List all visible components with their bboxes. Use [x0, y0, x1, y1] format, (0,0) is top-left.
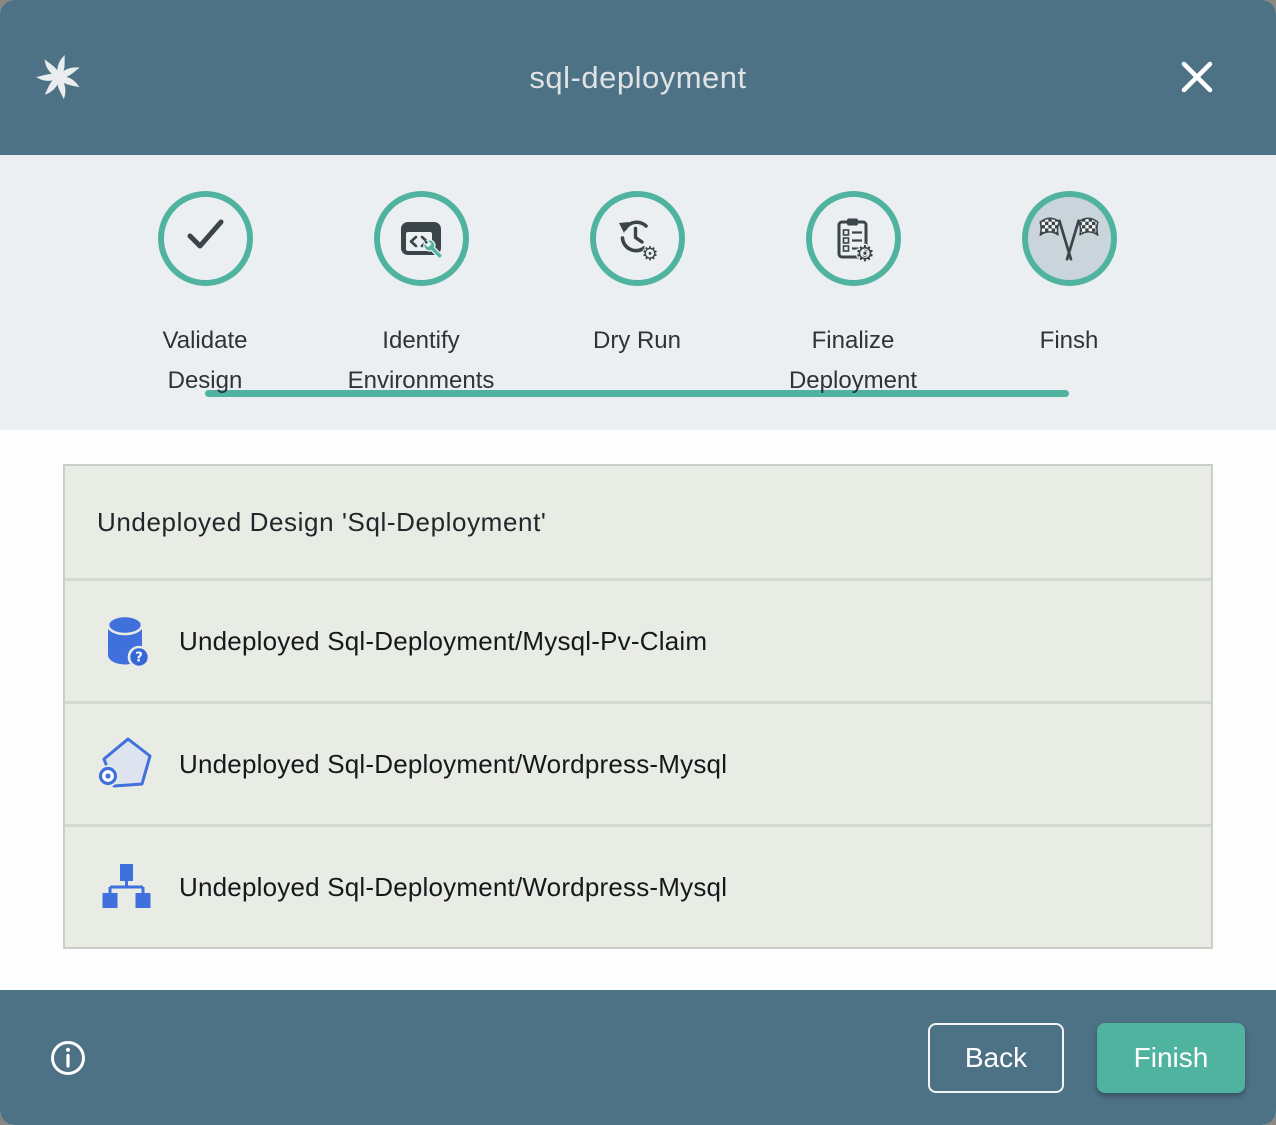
back-button[interactable]: Back — [928, 1023, 1064, 1093]
step-label: Identify Environments — [348, 321, 495, 401]
step-validate-design: Validate Design — [97, 191, 313, 401]
sql-deployment-modal: sql-deployment Validate Design — [0, 0, 1276, 1125]
log-row-design: Undeployed Design 'Sql-Deployment' — [65, 466, 1211, 578]
step-identify-environments: Identify Environments — [313, 191, 529, 401]
deployment-log-panel: Undeployed Design 'Sql-Deployment' ? Und… — [63, 464, 1213, 949]
refresh-gear-icon: ⚙ — [613, 215, 661, 263]
close-icon[interactable] — [1175, 55, 1219, 99]
checkered-flags-icon — [1038, 215, 1100, 263]
step-circle-identify[interactable] — [374, 191, 469, 286]
hierarchy-icon — [97, 856, 155, 918]
log-row-wordpress-mysql-tree: Undeployed Sql-Deployment/Wordpress-Mysq… — [65, 827, 1211, 947]
log-text: Undeployed Sql-Deployment/Mysql-Pv-Claim — [179, 626, 707, 657]
clipboard-gear-icon: ⚙ — [829, 215, 877, 263]
log-text: Undeployed Design 'Sql-Deployment' — [97, 507, 546, 538]
step-label: Finsh — [1040, 321, 1099, 361]
step-label: Validate Design — [163, 321, 248, 401]
step-finish: Finsh — [961, 191, 1177, 401]
step-label: Dry Run — [593, 321, 681, 361]
svg-text:⚙: ⚙ — [641, 243, 658, 263]
meshery-swirl-logo-icon — [30, 48, 88, 106]
code-window-wrench-icon — [397, 215, 445, 263]
modal-body: Undeployed Design 'Sql-Deployment' ? Und… — [0, 430, 1276, 990]
step-circle-dry-run[interactable]: ⚙ — [590, 191, 685, 286]
info-icon[interactable] — [48, 1038, 88, 1078]
check-icon — [180, 209, 230, 268]
step-dry-run: ⚙ Dry Run — [529, 191, 745, 401]
modal-title: sql-deployment — [529, 60, 746, 96]
step-label: Finalize Deployment — [789, 321, 917, 401]
deployment-stepper: Validate Design Identify Environments — [0, 155, 1276, 430]
step-circle-validate[interactable] — [158, 191, 253, 286]
svg-text:⚙: ⚙ — [855, 242, 875, 263]
log-row-wordpress-mysql-pod: Undeployed Sql-Deployment/Wordpress-Mysq… — [65, 704, 1211, 824]
log-text: Undeployed Sql-Deployment/Wordpress-Mysq… — [179, 749, 727, 780]
log-row-mysql-pv-claim: ? Undeployed Sql-Deployment/Mysql-Pv-Cla… — [65, 581, 1211, 701]
svg-text:?: ? — [135, 651, 143, 666]
database-icon: ? — [97, 610, 155, 672]
finish-button[interactable]: Finish — [1097, 1023, 1245, 1093]
modal-footer: Back Finish — [0, 990, 1276, 1125]
modal-header: sql-deployment — [0, 0, 1276, 155]
log-text: Undeployed Sql-Deployment/Wordpress-Mysq… — [179, 872, 727, 903]
step-circle-finalize[interactable]: ⚙ — [806, 191, 901, 286]
pod-pentagon-icon — [97, 733, 155, 795]
step-finalize-deployment: ⚙ Finalize Deployment — [745, 191, 961, 401]
step-circle-finish[interactable] — [1022, 191, 1117, 286]
